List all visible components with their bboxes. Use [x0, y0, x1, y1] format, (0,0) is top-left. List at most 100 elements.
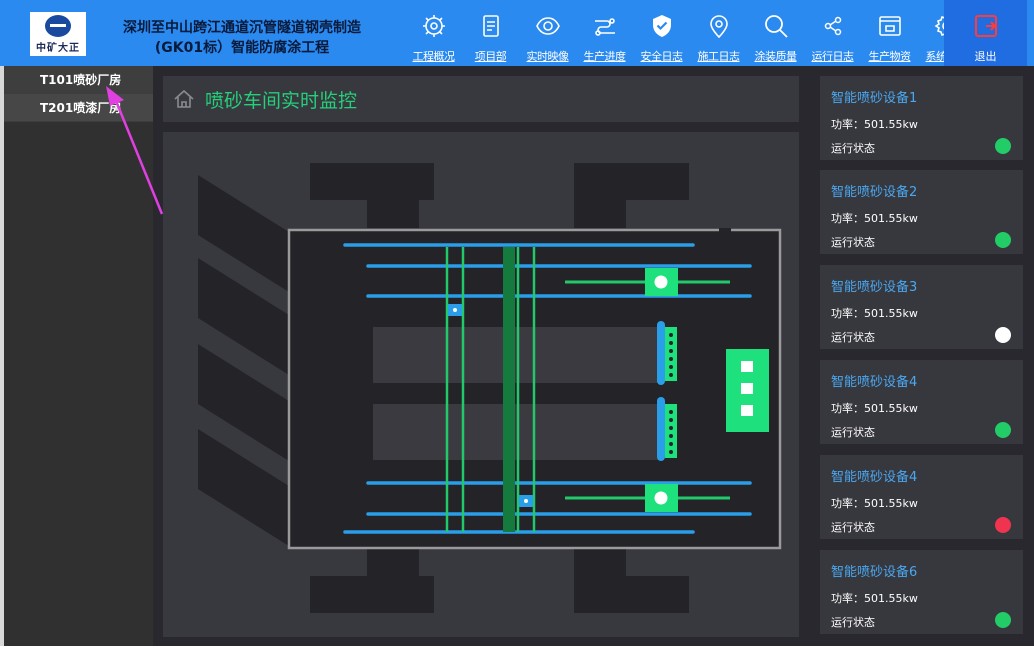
project-title-line1: 深圳至中山跨江通道沉管隧道钢壳制造	[123, 20, 361, 36]
device-panel: 智能喷砂设备1 功率：501.55kw 运行状态 智能喷砂设备2 功率：501.…	[809, 66, 1034, 646]
device-power: 功率：501.55kw	[831, 118, 918, 131]
box-window-icon	[876, 12, 904, 40]
nav-label: 项目部	[474, 50, 507, 63]
top-pillar-left-stem	[367, 200, 419, 228]
nav-item-coating-quality[interactable]: 涂装质量	[747, 0, 804, 66]
nav-item-project-overview[interactable]: 工程概况	[405, 0, 462, 66]
green-center-track	[503, 247, 515, 532]
exit-button[interactable]: 退出	[944, 0, 1027, 66]
nav-label: 涂装质量	[754, 50, 798, 63]
device-status-label: 运行状态	[831, 426, 875, 439]
status-indicator	[995, 612, 1011, 628]
nav-label: 生产进度	[583, 50, 627, 63]
main-content: 喷砂车间实时监控	[153, 66, 809, 646]
device-power: 功率：501.55kw	[831, 307, 918, 320]
location-pin-icon	[705, 12, 733, 40]
document-icon	[477, 12, 505, 40]
top-pillar-right-cap	[574, 163, 689, 200]
app-root: 中矿大正 深圳至中山跨江通道沉管隧道钢壳制造 (GK01标）智能防腐涂工程 工程…	[0, 0, 1034, 653]
device-card[interactable]: 智能喷砂设备1 功率：501.55kw 运行状态	[820, 76, 1023, 160]
sidebar-item-label: T201喷漆厂房	[40, 101, 122, 115]
logo-mark-icon	[45, 15, 71, 37]
device-name: 智能喷砂设备2	[831, 185, 918, 200]
share-icon	[819, 12, 847, 40]
device-status-label: 运行状态	[831, 616, 875, 629]
blast-unit-pole	[657, 321, 665, 385]
page-title: 喷砂车间实时监控	[205, 89, 358, 112]
company-logo: 中矿大正	[30, 12, 86, 56]
nav-item-production-materials[interactable]: 生产物资	[861, 0, 918, 66]
project-title: 深圳至中山跨江通道沉管隧道钢壳制造 (GK01标）智能防腐涂工程	[92, 18, 392, 58]
sidebar: T101喷砂厂房 T201喷漆厂房	[0, 66, 153, 646]
device-name: 智能喷砂设备1	[831, 91, 918, 106]
device-power: 功率：501.55kw	[831, 402, 918, 415]
cabinet-window	[741, 361, 753, 372]
status-indicator	[995, 517, 1011, 533]
device-card[interactable]: 智能喷砂设备4 功率：501.55kw 运行状态	[820, 360, 1023, 444]
nav-label: 实时映像	[526, 50, 570, 63]
device-name: 智能喷砂设备3	[831, 280, 918, 295]
device-card[interactable]: 智能喷砂设备4 功率：501.55kw 运行状态	[820, 455, 1023, 539]
device-power: 功率：501.55kw	[831, 212, 918, 225]
carriage-dot	[524, 499, 528, 503]
workshop-door-gap	[719, 228, 731, 233]
nav-item-live-video[interactable]: 实时映像	[519, 0, 576, 66]
sidebar-item-t101[interactable]: T101喷砂厂房	[4, 66, 153, 94]
floorplan-diagram	[198, 163, 782, 613]
search-icon	[762, 12, 790, 40]
top-pillar-right-stem	[574, 200, 626, 228]
nav-item-production-progress[interactable]: 生产进度	[576, 0, 633, 66]
top-header: 中矿大正 深圳至中山跨江通道沉管隧道钢壳制造 (GK01标）智能防腐涂工程 工程…	[0, 0, 1034, 66]
top-pillar-left-cap	[310, 163, 434, 200]
bottom-pillar-left-stem	[367, 549, 419, 576]
nav-item-operation-log[interactable]: 运行日志	[804, 0, 861, 66]
status-indicator	[995, 138, 1011, 154]
device-name: 智能喷砂设备4	[831, 375, 918, 390]
home-icon	[174, 89, 194, 108]
nav-label: 运行日志	[811, 50, 855, 63]
status-indicator	[995, 232, 1011, 248]
cabinet-window	[741, 405, 753, 416]
nav-item-project-dept[interactable]: 项目部	[462, 0, 519, 66]
shield-check-icon	[648, 12, 676, 40]
device-status-label: 运行状态	[831, 236, 875, 249]
blast-unit-pole	[657, 397, 665, 461]
device-card[interactable]: 智能喷砂设备3 功率：501.55kw 运行状态	[820, 265, 1023, 349]
gear-brain-icon	[420, 12, 448, 40]
status-indicator	[995, 422, 1011, 438]
nav-label: 安全日志	[640, 50, 684, 63]
exit-label: 退出	[974, 50, 997, 63]
logout-icon	[972, 12, 1000, 40]
bottom-pillar-right-cap	[574, 576, 689, 613]
status-indicator	[995, 327, 1011, 343]
logo-text: 中矿大正	[36, 43, 80, 54]
nav-label: 生产物资	[868, 50, 912, 63]
sidebar-item-t201[interactable]: T201喷漆厂房	[4, 94, 153, 122]
device-status-label: 运行状态	[831, 331, 875, 344]
eye-icon	[534, 12, 562, 40]
device-status-label: 运行状态	[831, 521, 875, 534]
sidebar-item-label: T101喷砂厂房	[40, 73, 122, 87]
device-card[interactable]: 智能喷砂设备2 功率：501.55kw 运行状态	[820, 170, 1023, 254]
workshop-floorplan	[163, 132, 799, 637]
device-status-label: 运行状态	[831, 142, 875, 155]
device-name: 智能喷砂设备4	[831, 470, 918, 485]
bottom-pillar-right-stem	[574, 549, 626, 576]
monitor-title-bar: 喷砂车间实时监控	[163, 76, 799, 122]
device-power: 功率：501.55kw	[831, 592, 918, 605]
progress-icon	[591, 12, 619, 40]
nav-label: 施工日志	[697, 50, 741, 63]
carriage-dot	[453, 308, 457, 312]
device-name: 智能喷砂设备6	[831, 565, 918, 580]
project-title-line2: (GK01标）智能防腐涂工程	[154, 40, 330, 56]
nav-item-safety-log[interactable]: 安全日志	[633, 0, 690, 66]
nav-item-construction-log[interactable]: 施工日志	[690, 0, 747, 66]
main-nav: 工程概况 项目部 实时映像 生产进度 安全日志 施工日志 涂装质量 运行日志 生…	[405, 0, 975, 66]
bottom-pillar-left-cap	[310, 576, 434, 613]
robot-nozzle	[654, 491, 668, 505]
cabinet-window	[741, 383, 753, 394]
robot-nozzle	[654, 275, 668, 289]
device-power: 功率：501.55kw	[831, 497, 918, 510]
nav-label: 工程概况	[412, 50, 456, 63]
device-card[interactable]: 智能喷砂设备6 功率：501.55kw 运行状态	[820, 550, 1023, 634]
